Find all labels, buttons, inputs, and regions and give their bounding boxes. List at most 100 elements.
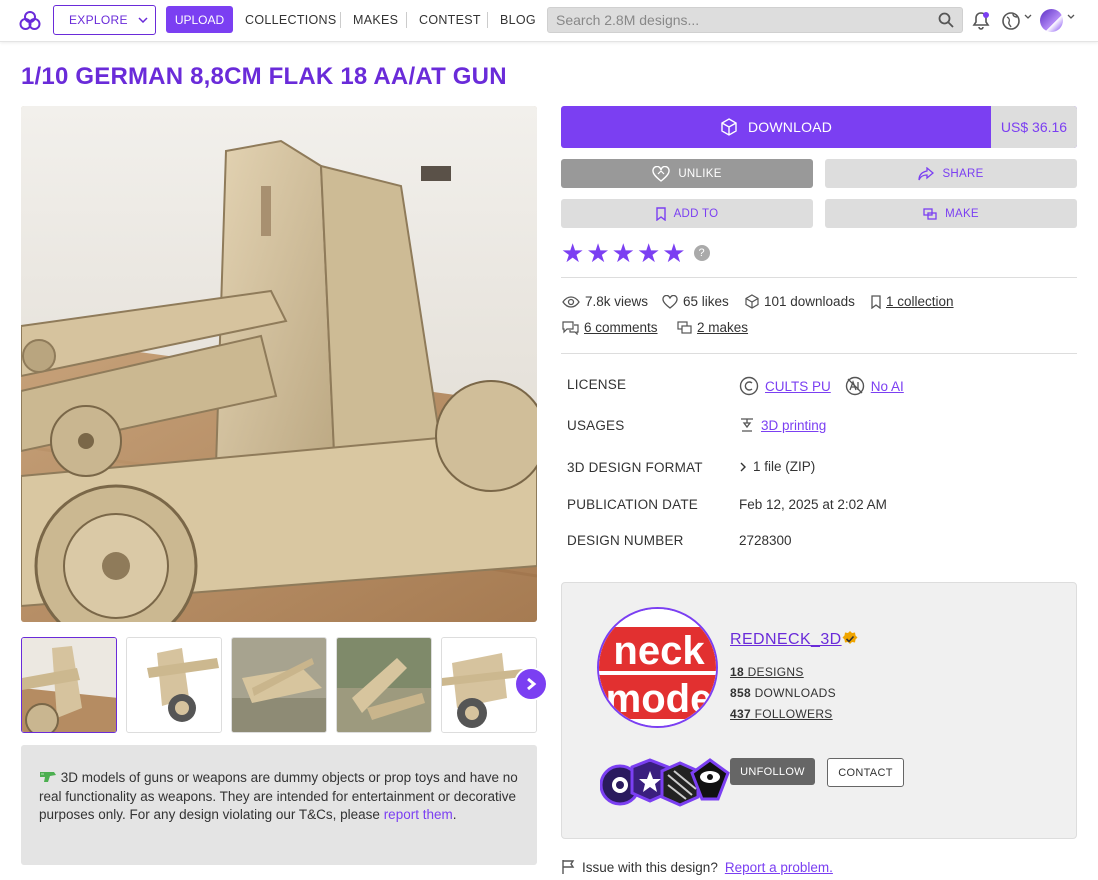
page-title: 1/10 GERMAN 8,8CM FLAK 18 AA/AT GUN: [21, 63, 507, 90]
comments-link[interactable]: 6 comments: [584, 320, 658, 335]
top-navbar: EXPLORE UPLOAD COLLECTIONS MAKES CONTEST…: [0, 0, 1098, 42]
thumbnail-3[interactable]: [231, 637, 327, 733]
report-them-link[interactable]: report them: [384, 807, 453, 822]
notice-end: .: [452, 807, 457, 822]
star-icon[interactable]: ★: [637, 240, 660, 266]
notification-bell-icon[interactable]: [972, 11, 990, 30]
nav-contest-link[interactable]: CONTEST: [419, 13, 481, 27]
downloads-count: 858: [730, 686, 751, 700]
chevron-right-icon: [527, 677, 537, 691]
explore-button[interactable]: EXPLORE: [53, 5, 156, 35]
creator-avatar[interactable]: neck mode: [597, 607, 718, 728]
chevron-down-icon[interactable]: [1067, 14, 1075, 20]
usages-label: USAGES: [567, 418, 625, 433]
followers-count: 437: [730, 707, 751, 721]
verified-badge-icon: [842, 631, 858, 644]
badge-icon[interactable]: [660, 761, 700, 807]
divider: [561, 277, 1077, 278]
water-gun-icon: [39, 770, 61, 785]
share-icon: [918, 166, 935, 180]
thumbnail-next-button[interactable]: [514, 667, 548, 701]
add-to-button[interactable]: ADD TO: [561, 199, 813, 228]
user-avatar[interactable]: [1040, 9, 1063, 32]
bookmark-icon: [655, 206, 666, 221]
copyright-icon: [739, 376, 759, 396]
issue-text: Issue with this design?: [582, 859, 718, 875]
star-icon[interactable]: ★: [586, 240, 609, 266]
share-label: SHARE: [942, 167, 984, 180]
make-icon: [677, 321, 692, 334]
download-label: DOWNLOAD: [747, 119, 833, 135]
likes-count: 65 likes: [683, 294, 729, 309]
heart-icon: [662, 294, 678, 309]
weapons-notice: 3D models of guns or weapons are dummy o…: [21, 745, 537, 865]
unfollow-button[interactable]: UNFOLLOW: [730, 758, 815, 785]
bookmark-icon: [871, 294, 881, 309]
make-label: MAKE: [945, 207, 979, 220]
unlike-label: UNLIKE: [678, 167, 722, 180]
star-icon[interactable]: ★: [561, 240, 584, 266]
nav-divider: [340, 12, 341, 28]
chevron-down-icon: [138, 17, 148, 23]
rating-help-icon[interactable]: ?: [693, 245, 710, 261]
3d-printer-icon: [741, 418, 753, 432]
thumbnail-2[interactable]: [126, 637, 222, 733]
flak-gun-photo: [21, 106, 537, 622]
collections-link[interactable]: 1 collection: [886, 294, 954, 309]
nav-collections-link[interactable]: COLLECTIONS: [245, 13, 337, 27]
main-product-image[interactable]: [21, 106, 537, 622]
comments-icon: [562, 320, 579, 335]
license-label: LICENSE: [567, 377, 627, 392]
chevron-right-icon[interactable]: [739, 462, 747, 472]
language-globe-icon[interactable]: [1002, 12, 1020, 30]
likes-stat: 65 likes: [662, 294, 729, 309]
box-icon: [721, 118, 737, 136]
box-icon: [745, 294, 759, 309]
design-number-value: 2728300: [739, 533, 792, 548]
search-icon[interactable]: [938, 12, 954, 28]
heart-icon: [652, 165, 671, 182]
creator-badges: [599, 755, 730, 809]
creator-name-link[interactable]: REDNECK_3D: [730, 631, 842, 649]
report-problem-link[interactable]: Report a problem.: [725, 860, 833, 875]
contact-button[interactable]: CONTACT: [827, 758, 904, 787]
downloads-label: DOWNLOADS: [754, 686, 836, 700]
license-link[interactable]: CULTS PU: [765, 379, 831, 394]
creator-followers[interactable]: 437 FOLLOWERS: [730, 707, 833, 721]
format-value[interactable]: 1 file (ZIP): [739, 459, 815, 474]
thumbnail-1[interactable]: [21, 637, 117, 733]
makes-link[interactable]: 2 makes: [697, 320, 748, 335]
cults-logo-icon[interactable]: [18, 9, 42, 33]
unlike-button[interactable]: UNLIKE: [561, 159, 813, 188]
no-ai-link[interactable]: No AI: [871, 379, 904, 394]
make-icon: [923, 207, 937, 220]
creator-designs[interactable]: 18 DESIGNS: [730, 665, 804, 679]
search-input[interactable]: [548, 8, 928, 32]
flag-icon: [562, 860, 575, 874]
followers-label: FOLLOWERS: [754, 707, 833, 721]
nav-makes-link[interactable]: MAKES: [353, 13, 398, 27]
rating-stars[interactable]: ★ ★ ★ ★ ★ ?: [561, 240, 710, 266]
downloads-stat: 101 downloads: [745, 294, 855, 309]
format-text: 1 file (ZIP): [753, 459, 816, 474]
star-icon[interactable]: ★: [662, 240, 685, 266]
make-button[interactable]: MAKE: [825, 199, 1077, 228]
nav-blog-link[interactable]: BLOG: [500, 13, 536, 27]
designs-count: 18: [730, 665, 744, 679]
download-action[interactable]: DOWNLOAD: [561, 106, 991, 148]
eye-icon: [562, 295, 580, 308]
share-button[interactable]: SHARE: [825, 159, 1077, 188]
chevron-down-icon[interactable]: [1024, 14, 1032, 20]
report-issue: Issue with this design? Report a problem…: [561, 859, 833, 875]
thumbnail-4[interactable]: [336, 637, 432, 733]
license-value: CULTS PU No AI: [739, 376, 904, 396]
usages-link[interactable]: 3D printing: [761, 418, 826, 433]
views-count: 7.8k views: [585, 294, 649, 309]
star-icon[interactable]: ★: [612, 240, 635, 266]
divider: [561, 353, 1077, 354]
format-label: 3D DESIGN FORMAT: [567, 460, 703, 475]
pubdate-label: PUBLICATION DATE: [567, 497, 698, 512]
download-button[interactable]: DOWNLOAD US$ 36.16: [561, 106, 1077, 148]
upload-button[interactable]: UPLOAD: [166, 6, 233, 33]
nav-divider: [406, 12, 407, 28]
